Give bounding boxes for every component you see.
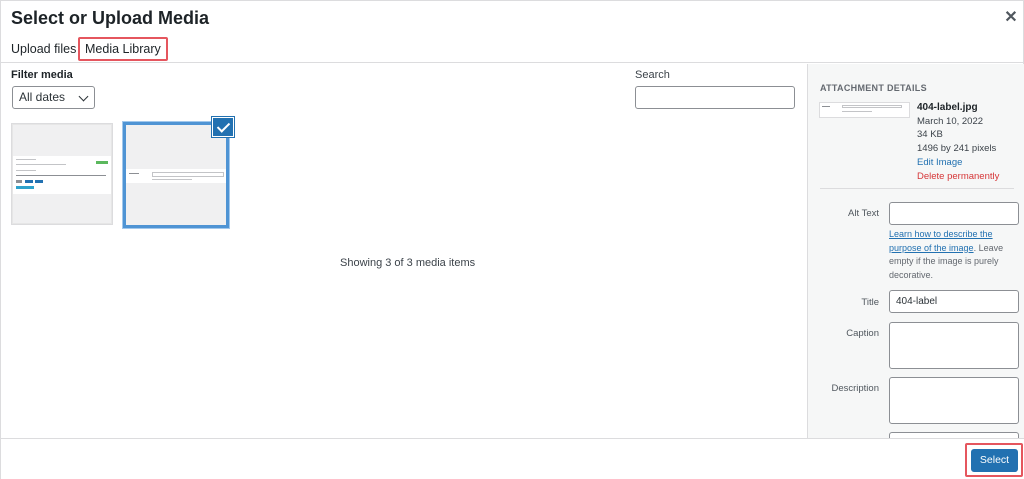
modal-footer: [1, 438, 1024, 479]
filter-media-label: Filter media: [11, 69, 73, 81]
description-field[interactable]: [889, 377, 1019, 424]
select-button-highlight: Select: [965, 443, 1023, 477]
select-button[interactable]: Select: [971, 449, 1018, 472]
search-input[interactable]: [635, 86, 795, 109]
caption-label: Caption: [846, 328, 879, 339]
title-field[interactable]: [889, 290, 1019, 313]
alt-text-label: Alt Text: [848, 208, 879, 219]
thumbnail-preview: [126, 169, 226, 183]
media-count: Showing 3 of 3 media items: [340, 257, 476, 269]
attachment-info: 404-label.jpg March 10, 2022 34 KB 1496 …: [917, 101, 999, 183]
modal-title: Select or Upload Media: [11, 8, 210, 28]
edit-image-link[interactable]: Edit Image: [917, 156, 999, 170]
description-label: Description: [831, 383, 879, 394]
chevron-down-icon: [78, 91, 89, 102]
search-label: Search: [635, 69, 670, 81]
tab-upload-files[interactable]: Upload files: [11, 37, 76, 61]
attachment-details-sidebar: ATTACHMENT DETAILS 404-label.jpg March 1…: [807, 64, 1024, 438]
attachment-details-heading: ATTACHMENT DETAILS: [820, 83, 927, 93]
date-filter-select[interactable]: All dates: [12, 86, 95, 109]
attachment-size: 34 KB: [917, 129, 943, 141]
attachment-filename: 404-label.jpg: [917, 102, 978, 113]
divider: [820, 188, 1014, 189]
attachment-date: March 10, 2022: [917, 115, 984, 127]
alt-text-field[interactable]: [889, 202, 1019, 225]
title-label: Title: [861, 297, 879, 308]
caption-field[interactable]: [889, 322, 1019, 369]
media-modal: Select or Upload Media ✕ Upload files Me…: [0, 0, 1024, 479]
close-icon[interactable]: ✕: [1002, 9, 1020, 27]
tab-media-library[interactable]: Media Library: [78, 37, 168, 61]
alt-text-help: Learn how to describe the purpose of the…: [889, 228, 1019, 282]
media-item[interactable]: [11, 123, 113, 225]
media-tabs: Upload files Media Library: [1, 37, 1024, 63]
media-item-selected[interactable]: [123, 122, 229, 228]
date-filter-value: All dates: [19, 90, 66, 104]
delete-permanently-link[interactable]: Delete permanently: [917, 170, 999, 184]
selected-check-icon[interactable]: [212, 117, 234, 137]
thumbnail-preview: [13, 156, 111, 194]
attachment-thumbnail: [819, 102, 910, 118]
attachment-dimensions: 1496 by 241 pixels: [917, 143, 997, 155]
